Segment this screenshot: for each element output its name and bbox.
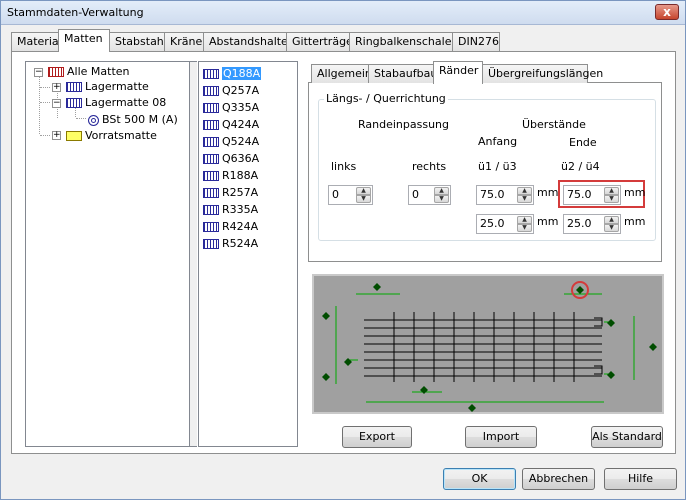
tab-din276[interactable]: DIN276 — [452, 32, 500, 51]
ok-button[interactable]: OK — [443, 468, 516, 490]
longitudinal-bars — [364, 319, 602, 377]
tab-stabstahl[interactable]: Stabstahl — [109, 32, 167, 51]
spin-up-icon[interactable]: ▲ — [604, 187, 619, 195]
unit-label: mm — [537, 186, 559, 199]
groupbox-title: Längs- / Querrichtung — [324, 92, 448, 105]
unit-label: mm — [537, 215, 559, 228]
list-item[interactable]: R524A — [203, 236, 258, 253]
spin-down-icon[interactable]: ▼ — [517, 224, 532, 232]
tree-scrollbar[interactable] — [190, 61, 197, 447]
u2u4-label: ü2 / ü4 — [561, 160, 600, 173]
spin-down-icon[interactable]: ▼ — [604, 195, 619, 203]
randeinpassung-label: Randeinpassung — [358, 118, 450, 131]
list-item[interactable]: Q335A — [203, 100, 259, 117]
mat-red-icon — [48, 67, 64, 77]
tab-kraene[interactable]: Kräne — [164, 32, 204, 51]
tree-item-lagermatte[interactable]: Lagermatte — [66, 79, 149, 95]
tree-item-vorratsmatte[interactable]: Vorratsmatte — [66, 128, 157, 144]
mat-blue-icon — [203, 137, 219, 147]
mat-blue-icon — [203, 171, 219, 181]
list-item[interactable]: Q188A — [203, 66, 262, 83]
mat-preview — [312, 274, 664, 414]
ende-label: Ende — [569, 136, 597, 149]
anfang-label: Anfang — [478, 135, 518, 148]
mat-blue-icon — [203, 154, 219, 164]
mat-tree[interactable]: − Alle Matten + Lagermatte − Lagermatte … — [25, 61, 190, 447]
tab-abstandshalter[interactable]: Abstandshalter — [203, 32, 292, 51]
ueberstaende-label: Überstände — [522, 118, 586, 131]
u2-stepper[interactable]: 75.0 ▲ ▼ — [563, 185, 621, 205]
cross-bars — [393, 312, 575, 382]
steel-grade-icon — [88, 114, 99, 126]
collapse-lagermatte08-icon[interactable]: − — [52, 99, 61, 108]
tab-stabaufbau[interactable]: Stabaufbau — [368, 64, 437, 83]
mat-blue-icon — [66, 82, 82, 92]
tree-item-bst500m[interactable]: BSt 500 M (A) — [88, 112, 178, 128]
links-label: links — [331, 160, 357, 173]
tab-allgemein[interactable]: Allgemein — [311, 64, 372, 83]
list-item[interactable]: R424A — [203, 219, 258, 236]
dialog-window: Stammdaten-Verwaltung x Material Matten … — [0, 0, 686, 500]
hilfe-button[interactable]: Hilfe — [604, 468, 677, 490]
mat-blue-icon — [203, 222, 219, 232]
spin-up-icon[interactable]: ▲ — [356, 187, 371, 195]
edge-brackets — [594, 317, 603, 375]
mat-blue-icon — [203, 120, 219, 130]
rechts-label: rechts — [412, 160, 447, 173]
u1u3-label: ü1 / ü3 — [478, 160, 517, 173]
collapse-root-icon[interactable]: − — [34, 68, 43, 77]
u4-stepper[interactable]: 25.0 ▲ ▼ — [563, 214, 621, 234]
mat-blue-icon — [203, 86, 219, 96]
mat-list[interactable]: Q188A Q257A Q335A Q424A Q524A Q636A R188… — [198, 61, 298, 447]
import-button[interactable]: Import — [465, 426, 537, 448]
abbrechen-button[interactable]: Abbrechen — [522, 468, 595, 490]
unit-label: mm — [624, 186, 646, 199]
spin-down-icon[interactable]: ▼ — [604, 224, 619, 232]
tree-item-alle-matten[interactable]: Alle Matten — [48, 64, 130, 80]
list-item[interactable]: Q636A — [203, 151, 259, 168]
u3-stepper[interactable]: 25.0 ▲ ▼ — [476, 214, 534, 234]
window-title: Stammdaten-Verwaltung — [7, 6, 144, 19]
tab-gittertraeger[interactable]: Gitterträger — [286, 32, 357, 51]
list-item[interactable]: R335A — [203, 202, 258, 219]
mat-yellow-icon — [66, 131, 82, 141]
expand-vorratsmatte-icon[interactable]: + — [52, 131, 61, 140]
list-item[interactable]: R188A — [203, 168, 258, 185]
spin-up-icon[interactable]: ▲ — [517, 216, 532, 224]
unit-label: mm — [624, 215, 646, 228]
spin-down-icon[interactable]: ▼ — [517, 195, 532, 203]
links-stepper[interactable]: 0 ▲ ▼ — [328, 185, 373, 205]
mat-blue-icon — [203, 188, 219, 198]
mat-blue-icon — [203, 103, 219, 113]
spin-down-icon[interactable]: ▼ — [356, 195, 371, 203]
mat-blue-icon — [203, 69, 219, 79]
mat-blue-icon — [203, 205, 219, 215]
mat-blue-icon — [66, 98, 82, 108]
als-standard-button[interactable]: Als Standard — [591, 426, 663, 448]
title-bar[interactable]: Stammdaten-Verwaltung x — [1, 1, 685, 25]
spin-down-icon[interactable]: ▼ — [434, 195, 449, 203]
tab-material[interactable]: Material — [11, 32, 62, 51]
list-item[interactable]: R257A — [203, 185, 258, 202]
u1-stepper[interactable]: 75.0 ▲ ▼ — [476, 185, 534, 205]
export-button[interactable]: Export — [342, 426, 412, 448]
rechts-stepper[interactable]: 0 ▲ ▼ — [408, 185, 451, 205]
dimension-markers — [322, 283, 657, 412]
spin-up-icon[interactable]: ▲ — [517, 187, 532, 195]
expand-lagermatte-icon[interactable]: + — [52, 83, 61, 92]
mat-blue-icon — [203, 239, 219, 249]
dimension-lines — [335, 293, 635, 403]
list-item[interactable]: Q257A — [203, 83, 259, 100]
tab-raender[interactable]: Ränder — [433, 61, 483, 84]
tree-item-lagermatte-08[interactable]: Lagermatte 08 — [66, 95, 166, 111]
list-item[interactable]: Q524A — [203, 134, 259, 151]
mat-preview-drawing — [322, 281, 657, 412]
spin-up-icon[interactable]: ▲ — [604, 216, 619, 224]
tab-uebergreifungslaengen[interactable]: Übergreifungslängen — [482, 64, 603, 83]
close-button[interactable]: x — [655, 4, 679, 20]
tab-ringbalkenschalen[interactable]: Ringbalkenschalen — [349, 32, 458, 51]
tab-matten[interactable]: Matten — [58, 29, 110, 52]
list-item[interactable]: Q424A — [203, 117, 259, 134]
spin-up-icon[interactable]: ▲ — [434, 187, 449, 195]
